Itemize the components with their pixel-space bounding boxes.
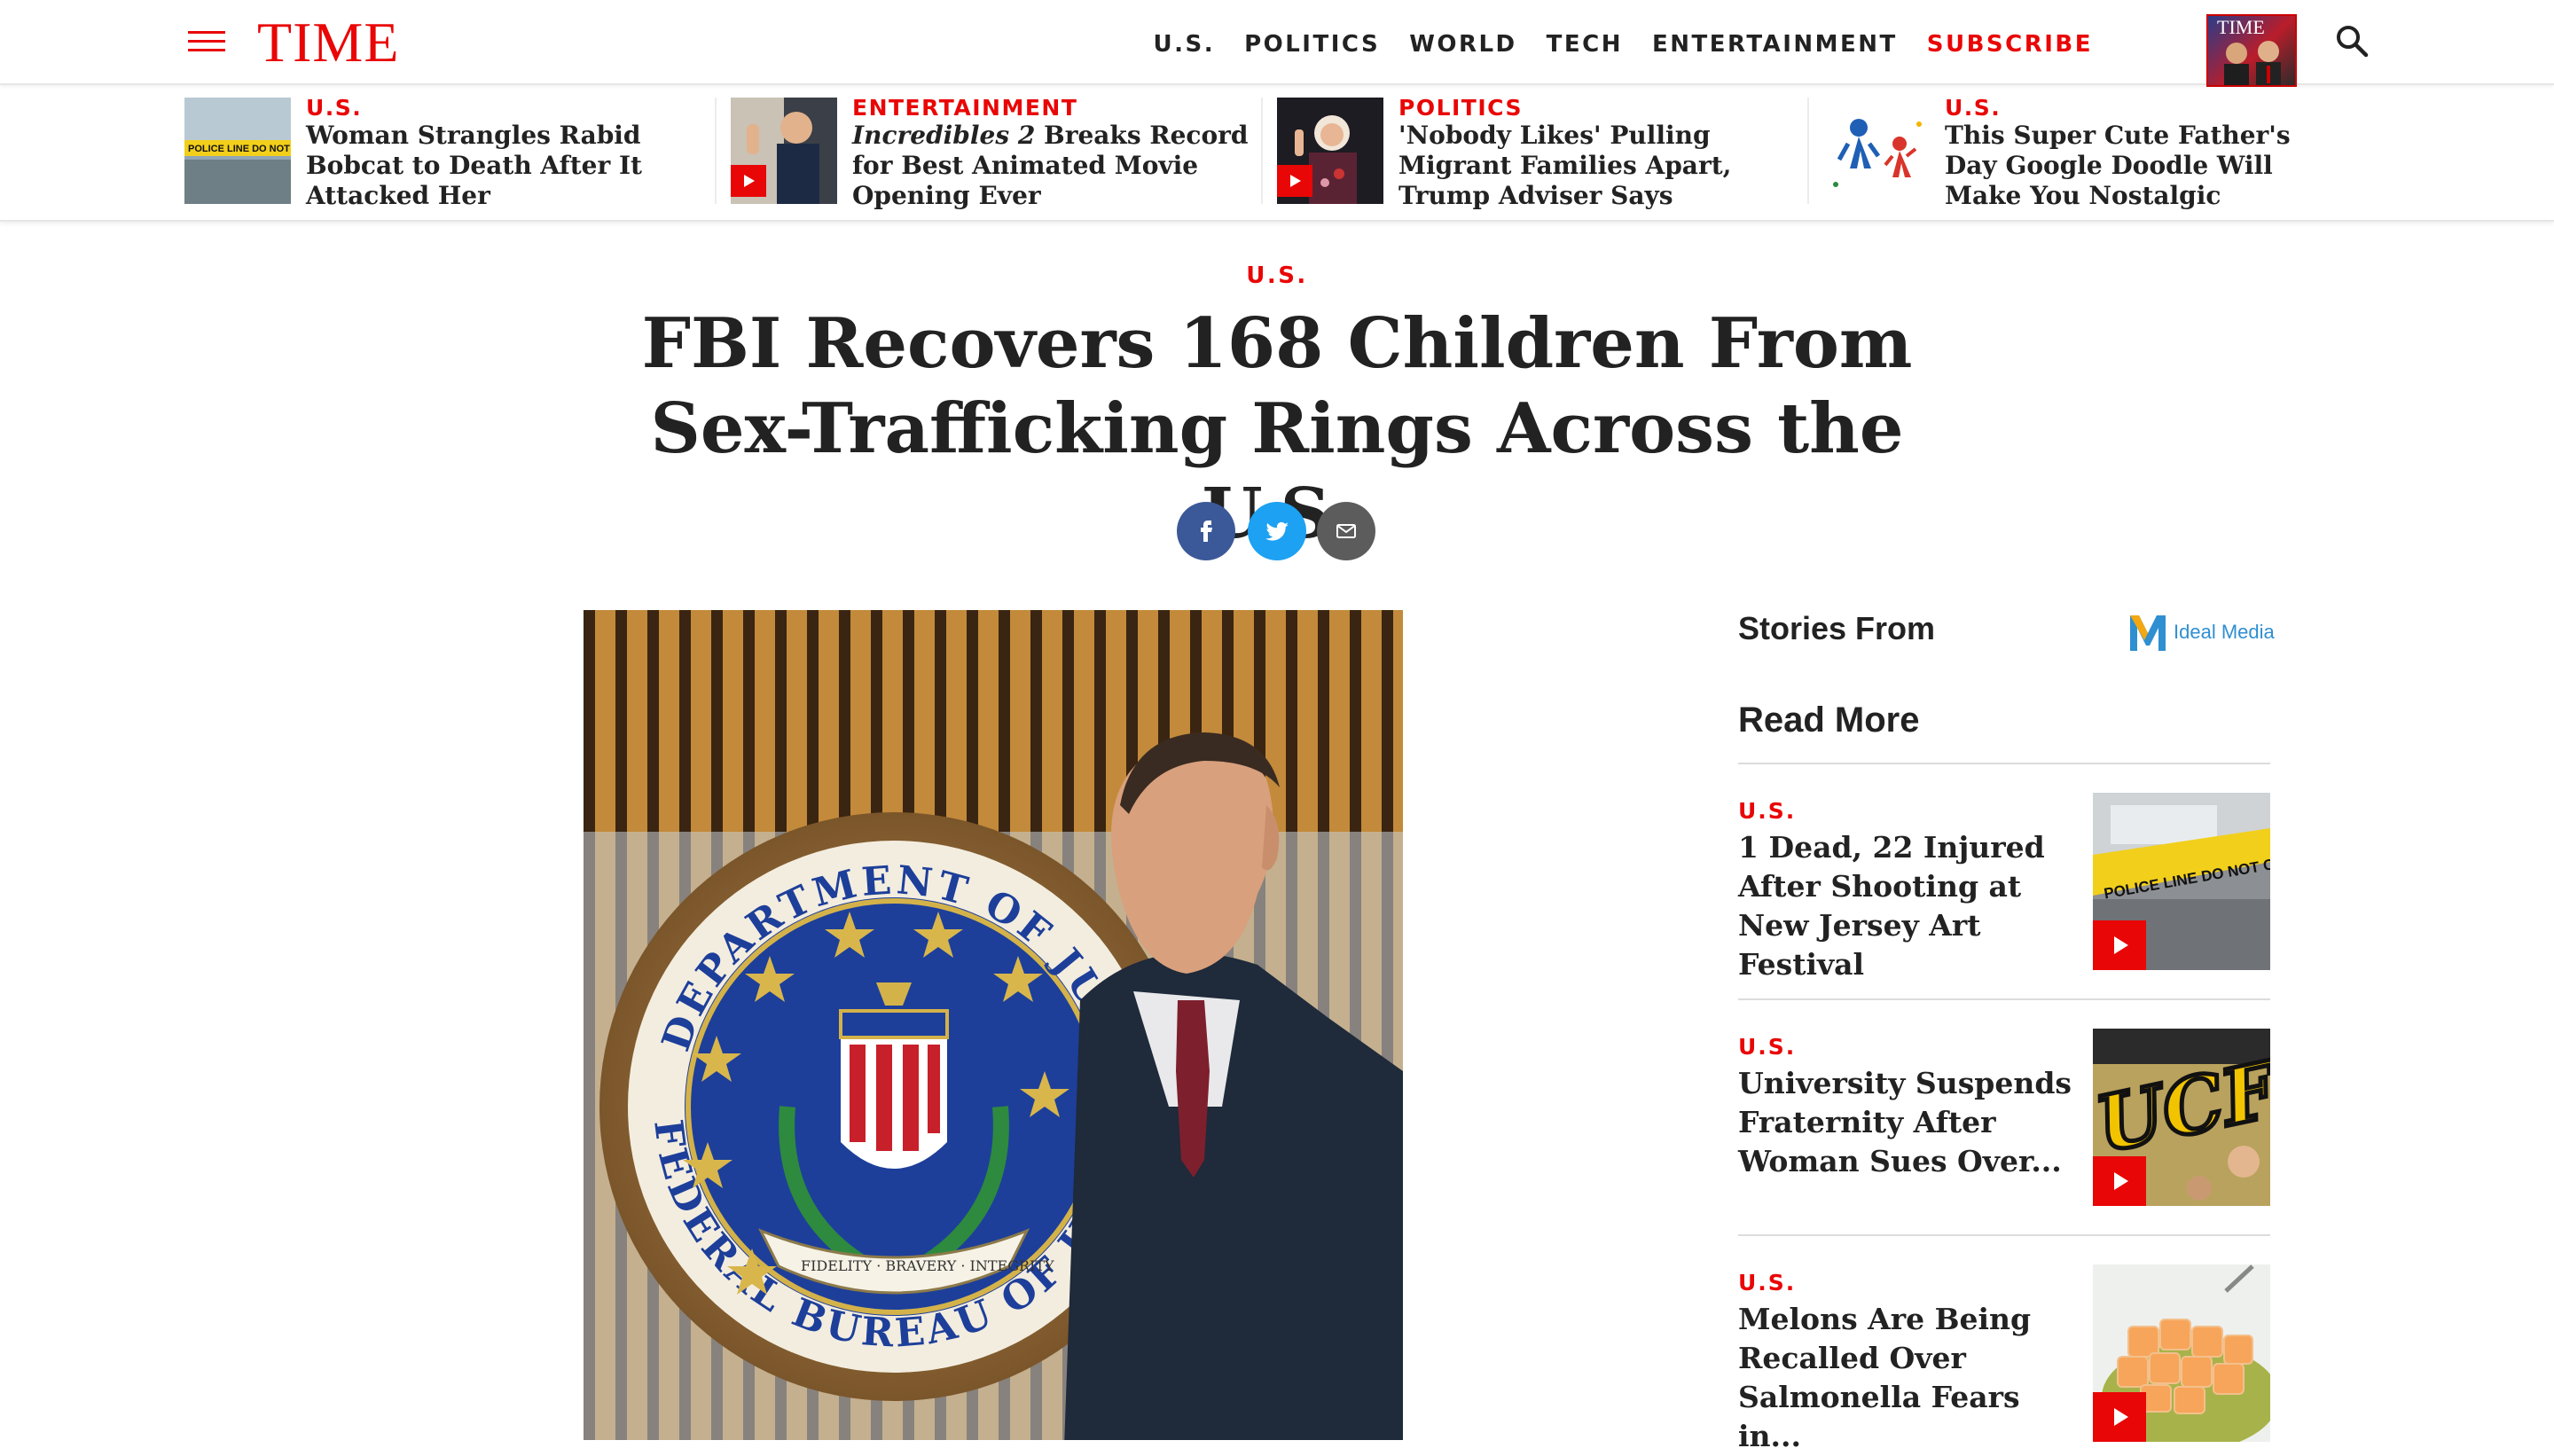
read-more-item[interactable]: U.S. University Suspends Fraternity Afte… [1738,1029,2270,1211]
trending-card[interactable]: POLICE LINE DO NOT CR U.S. Woman Strangl… [184,95,712,211]
tape-text: POLICE LINE DO NOT CR [188,144,291,154]
trending-category[interactable]: U.S. [1945,94,2001,122]
video-play-icon[interactable] [731,165,766,197]
item-thumbnail-crime-scene[interactable]: POLICE LINE DO NOT CROSS [2093,793,2270,970]
search-icon[interactable] [2332,21,2371,60]
trending-category[interactable]: ENTERTAINMENT [852,94,1077,122]
nav-entertainment[interactable]: ENTERTAINMENT [1652,27,1898,62]
item-title[interactable]: University Suspends Fraternity After Wom… [1738,1064,2093,1181]
twitter-icon [1265,521,1289,541]
trending-category[interactable]: U.S. [306,94,362,122]
article-section-label[interactable]: U.S. [0,262,2554,289]
read-more-item[interactable]: U.S. 1 Dead, 22 Injured After Shooting a… [1738,793,2270,982]
trending-title[interactable]: Woman Strangles Rabid Bobcat to Death Af… [306,121,705,211]
trending-thumbnail-crime-scene: POLICE LINE DO NOT CR [184,98,291,204]
main-nav: U.S. POLITICS WORLD TECH ENTERTAINMENT S… [1124,27,2093,62]
trending-thumbnail-premiere [731,98,837,204]
email-icon [1336,524,1356,538]
subscribe-link[interactable]: SUBSCRIBE [1927,27,2093,62]
trending-card[interactable]: ENTERTAINMENT Incredibles 2 Breaks Recor… [731,95,1258,211]
video-play-icon[interactable] [2093,920,2146,970]
video-play-icon[interactable] [1277,165,1312,197]
facebook-icon [1201,521,1212,542]
divider [1738,763,2270,764]
magazine-cover-thumbnail[interactable]: TIME [2206,14,2297,87]
twitter-share-button[interactable] [1248,502,1306,560]
trending-card[interactable]: U.S. This Super Cute Father's Day Google… [1823,95,2351,211]
ideal-media-link[interactable]: Ideal Media [2174,621,2275,644]
stories-from-label: Stories From [1738,610,1936,646]
cover-photo [2224,41,2281,85]
trending-title[interactable]: 'Nobody Likes' Pulling Migrant Families … [1398,121,1798,211]
item-category[interactable]: U.S. [1738,1034,1796,1060]
trending-card[interactable]: POLITICS 'Nobody Likes' Pulling Migrant … [1277,95,1805,211]
nav-us[interactable]: U.S. [1153,27,1215,62]
trending-thumbnail-speaker [1277,98,1383,204]
divider [1261,98,1263,204]
article-hero-image: DEPARTMENT OF JUSTICE FEDERAL BUREAU OF … [584,610,1403,1440]
ideal-media-logo-icon[interactable] [2128,612,2167,653]
item-thumbnail-melons[interactable] [2093,1264,2270,1442]
item-category[interactable]: U.S. [1738,798,1796,824]
title-italic: Incredibles 2 [852,121,1036,150]
facebook-share-button[interactable] [1177,502,1235,560]
nav-tech[interactable]: TECH [1547,27,1623,62]
read-more-heading: Read More [1738,701,1920,740]
seal-ribbon-text: FIDELITY · BRAVERY · INTEGRITY [801,1257,1054,1274]
item-thumbnail-ucf[interactable]: UCF [2093,1029,2270,1206]
divider [1807,98,1809,204]
video-play-icon[interactable] [2093,1392,2146,1442]
trending-category[interactable]: POLITICS [1398,94,1523,122]
menu-icon[interactable] [188,29,225,54]
site-header: TIME U.S. POLITICS WORLD TECH ENTERTAINM… [0,0,2554,87]
divider [715,98,717,204]
divider [1738,1234,2270,1236]
trending-title[interactable]: Incredibles 2 Breaks Record for Best Ani… [852,121,1251,211]
divider [1738,998,2270,1000]
item-category[interactable]: U.S. [1738,1270,1796,1296]
read-more-item[interactable]: U.S. Melons Are Being Recalled Over Salm… [1738,1264,2270,1453]
trending-strip: POLICE LINE DO NOT CR U.S. Woman Strangl… [0,85,2554,222]
item-title[interactable]: 1 Dead, 22 Injured After Shooting at New… [1738,828,2093,984]
nav-world[interactable]: WORLD [1409,27,1516,62]
nav-politics[interactable]: POLITICS [1244,27,1380,62]
item-title[interactable]: Melons Are Being Recalled Over Salmonell… [1738,1300,2093,1456]
time-logo[interactable]: TIME [257,9,399,76]
email-share-button[interactable] [1317,502,1375,560]
video-play-icon[interactable] [2093,1156,2146,1206]
trending-title[interactable]: This Super Cute Father's Day Google Dood… [1945,121,2344,211]
trending-thumbnail-doodle [1823,98,1930,204]
